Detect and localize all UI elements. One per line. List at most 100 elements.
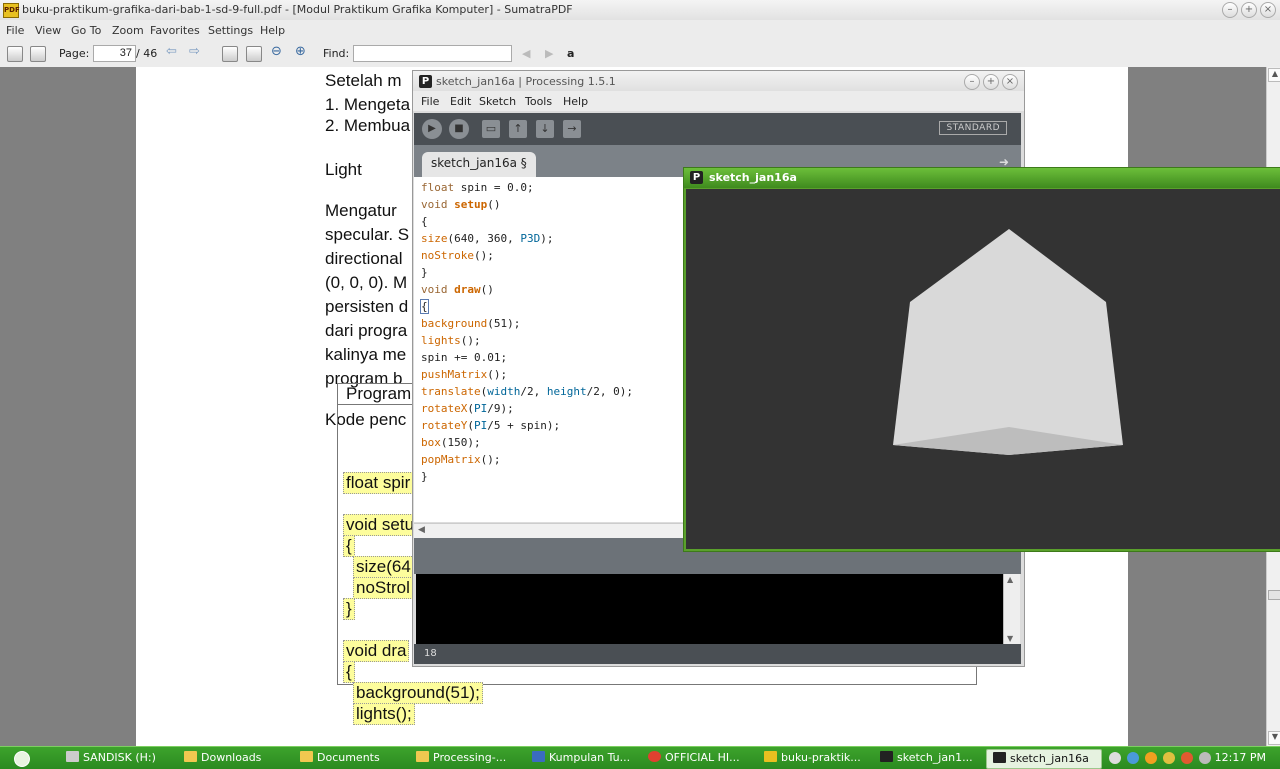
chrome-icon (648, 751, 661, 762)
sumatra-icon (764, 751, 777, 762)
scroll-thumb[interactable] (1268, 590, 1280, 600)
menu-zoom[interactable]: Zoom (112, 24, 144, 37)
open-icon[interactable] (7, 46, 23, 62)
drive-icon (66, 751, 79, 762)
ide-menu-edit[interactable]: Edit (450, 95, 471, 108)
menu-favorites[interactable]: Favorites (150, 24, 200, 37)
task-processing-folder[interactable]: Processing-... (416, 749, 526, 767)
folder-icon (416, 751, 429, 762)
menu-help[interactable]: Help (260, 24, 285, 37)
menu-file[interactable]: File (6, 24, 24, 37)
scroll-down-icon[interactable]: ▼ (1268, 731, 1280, 745)
task-kumpulan[interactable]: Kumpulan Tu... (532, 749, 642, 767)
scroll-left-icon[interactable]: ◀ (418, 525, 425, 535)
ide-maximize-button[interactable]: + (983, 74, 999, 90)
fit-page-icon[interactable] (222, 46, 238, 62)
find-next-icon[interactable]: ▶ (545, 47, 553, 60)
match-case-icon[interactable]: a (567, 47, 574, 60)
doc-line: specular. S (325, 225, 410, 244)
tray-volume-icon[interactable] (1181, 752, 1193, 764)
task-downloads[interactable]: Downloads (184, 749, 294, 767)
zoom-in-icon[interactable]: ⊕ (295, 44, 306, 59)
code-highlight: void setu (343, 514, 418, 536)
program-header-label: Program (346, 384, 412, 403)
sketch-title: sketch_jan16a (709, 171, 797, 184)
ide-menu-file[interactable]: File (421, 95, 439, 108)
ide-titlebar: P sketch_jan16a | Processing 1.5.1 – + × (413, 71, 1024, 91)
page-label: Page: (59, 47, 90, 60)
console-scroll-down-icon[interactable]: ▼ (1007, 634, 1013, 643)
stop-button[interactable]: ■ (449, 119, 469, 139)
processing-icon (880, 751, 893, 762)
task-documents[interactable]: Documents (300, 749, 410, 767)
open-sketch-icon[interactable]: ↑ (509, 120, 527, 138)
zoom-out-icon[interactable]: ⊖ (271, 44, 282, 59)
maximize-button[interactable]: + (1241, 2, 1257, 18)
console-scroll-up-icon[interactable]: ▲ (1007, 575, 1013, 584)
code-highlight: { (343, 661, 355, 683)
ide-menu-tools[interactable]: Tools (525, 95, 552, 108)
save-sketch-icon[interactable]: ↓ (536, 120, 554, 138)
doc-line: dari progra (325, 321, 408, 340)
doc-line: Mengatur (325, 201, 397, 220)
ide-title: sketch_jan16a | Processing 1.5.1 (436, 75, 616, 88)
processing-app-icon: P (419, 75, 432, 88)
sumatra-toolbar: Page: / 46 ⇦ ⇨ ⊖ ⊕ Find: ◀ ▶ a (0, 40, 1280, 68)
task-sketch-active[interactable]: sketch_jan16a (986, 749, 1102, 769)
minimize-button[interactable]: – (1222, 2, 1238, 18)
clock: 12:17 PM (1214, 751, 1266, 764)
sketch-output-window: P sketch_jan16a (683, 167, 1280, 552)
next-page-icon[interactable]: ⇨ (189, 44, 200, 59)
folder-icon (300, 751, 313, 762)
tray-settings-icon[interactable] (1109, 752, 1121, 764)
print-icon[interactable] (30, 46, 46, 62)
rotating-box-render (893, 229, 1123, 455)
code-highlight: noStrol (353, 577, 413, 599)
ide-menu-sketch[interactable]: Sketch (479, 95, 516, 108)
code-highlight: size(64 (353, 556, 414, 578)
tray-people-icon[interactable] (1163, 752, 1175, 764)
doc-line: kalinya me (325, 345, 407, 364)
sumatra-app-icon: PDF (3, 3, 20, 18)
close-button[interactable]: × (1260, 2, 1276, 18)
console-scrollbar[interactable]: ▲ ▼ (1003, 574, 1020, 644)
ide-menubar: File Edit Sketch Tools Help (413, 91, 1024, 111)
export-icon[interactable]: → (563, 120, 581, 138)
doc-heading: Light (325, 160, 362, 179)
code-text[interactable]: float spin = 0.0; void setup() { size(64… (420, 179, 633, 485)
code-highlight: lights(); (353, 703, 415, 725)
processing-icon (993, 752, 1006, 763)
find-prev-icon[interactable]: ◀ (522, 47, 530, 60)
tab-sketch[interactable]: sketch_jan16a § (422, 152, 536, 177)
tray-network-icon[interactable] (1127, 752, 1139, 764)
doc-line: 1. Mengeta (325, 95, 411, 114)
ide-close-button[interactable]: × (1002, 74, 1018, 90)
system-tray: 12:17 PM (1105, 749, 1280, 767)
sketch-canvas[interactable] (686, 189, 1280, 549)
mode-button[interactable]: STANDARD (939, 121, 1007, 135)
ide-menu-help[interactable]: Help (563, 95, 588, 108)
page-number-input[interactable]: 37 (93, 45, 136, 62)
console-output[interactable] (416, 574, 1003, 644)
scroll-up-icon[interactable]: ▲ (1268, 68, 1280, 82)
menu-goto[interactable]: Go To (71, 24, 101, 37)
prev-page-icon[interactable]: ⇦ (166, 44, 177, 59)
ide-minimize-button[interactable]: – (964, 74, 980, 90)
task-browser[interactable]: OFFICIAL HI... (648, 749, 758, 767)
run-button[interactable]: ▶ (422, 119, 442, 139)
page-total: / 46 (136, 47, 158, 60)
code-highlight: } (343, 598, 355, 620)
new-sketch-icon[interactable]: ▭ (482, 120, 500, 138)
tray-update-icon[interactable] (1145, 752, 1157, 764)
menu-view[interactable]: View (35, 24, 61, 37)
start-button[interactable] (14, 751, 30, 767)
doc-line: persisten d (325, 297, 409, 316)
task-sandisk[interactable]: SANDISK (H:) (66, 749, 176, 767)
menu-settings[interactable]: Settings (208, 24, 253, 37)
doc-line: (0, 0, 0). M (325, 273, 408, 292)
task-processing-ide[interactable]: sketch_jan1... (880, 749, 984, 767)
fit-width-icon[interactable] (246, 46, 262, 62)
find-input[interactable] (353, 45, 512, 62)
tray-device-icon[interactable] (1199, 752, 1211, 764)
task-sumatra[interactable]: buku-praktik... (764, 749, 874, 767)
